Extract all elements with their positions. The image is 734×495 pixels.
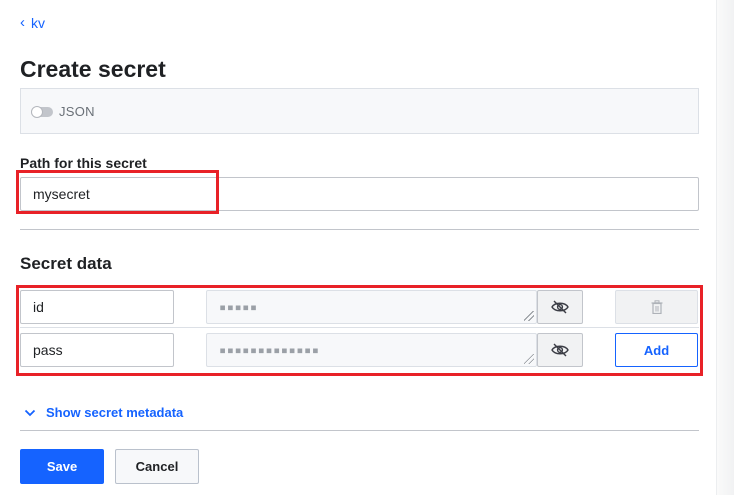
json-toggle[interactable] xyxy=(31,106,53,118)
toggle-knob xyxy=(31,106,43,118)
chevron-left-icon: ‹ xyxy=(20,14,25,31)
breadcrumb-label: kv xyxy=(31,14,45,31)
masked-value: ▪▪▪▪▪ xyxy=(219,300,258,314)
breadcrumb-back-link[interactable]: ‹ kv xyxy=(20,14,45,31)
path-input[interactable] xyxy=(20,177,699,211)
eye-off-icon xyxy=(551,300,569,314)
section-divider xyxy=(20,229,699,230)
cancel-button[interactable]: Cancel xyxy=(115,449,199,484)
reveal-value-button[interactable] xyxy=(537,290,583,324)
scroll-gutter xyxy=(716,0,734,495)
resize-handle[interactable] xyxy=(524,354,534,364)
secret-key-input[interactable] xyxy=(20,290,174,324)
show-metadata-label: Show secret metadata xyxy=(46,405,184,420)
secret-key-input[interactable] xyxy=(20,333,174,367)
show-metadata-toggle[interactable]: Show secret metadata xyxy=(24,405,183,420)
masked-value: ▪▪▪▪▪▪▪▪▪▪▪▪▪ xyxy=(219,343,320,357)
secret-data-title: Secret data xyxy=(20,254,112,273)
json-toggle-label: JSON xyxy=(59,104,95,119)
eye-off-icon xyxy=(551,343,569,357)
chevron-down-icon xyxy=(24,409,36,416)
footer-divider xyxy=(20,430,699,431)
delete-row-button[interactable] xyxy=(615,290,698,324)
page-title: Create secret xyxy=(20,56,166,82)
resize-handle[interactable] xyxy=(524,311,534,321)
secret-value-input[interactable]: ▪▪▪▪▪▪▪▪▪▪▪▪▪ xyxy=(206,333,537,367)
path-label: Path for this secret xyxy=(20,155,147,171)
row-divider xyxy=(20,327,699,328)
json-toggle-panel: JSON xyxy=(20,88,699,134)
reveal-value-button[interactable] xyxy=(537,333,583,367)
add-row-button[interactable]: Add xyxy=(615,333,698,367)
save-button[interactable]: Save xyxy=(20,449,104,484)
trash-icon xyxy=(651,300,662,314)
secret-value-input[interactable]: ▪▪▪▪▪ xyxy=(206,290,537,324)
